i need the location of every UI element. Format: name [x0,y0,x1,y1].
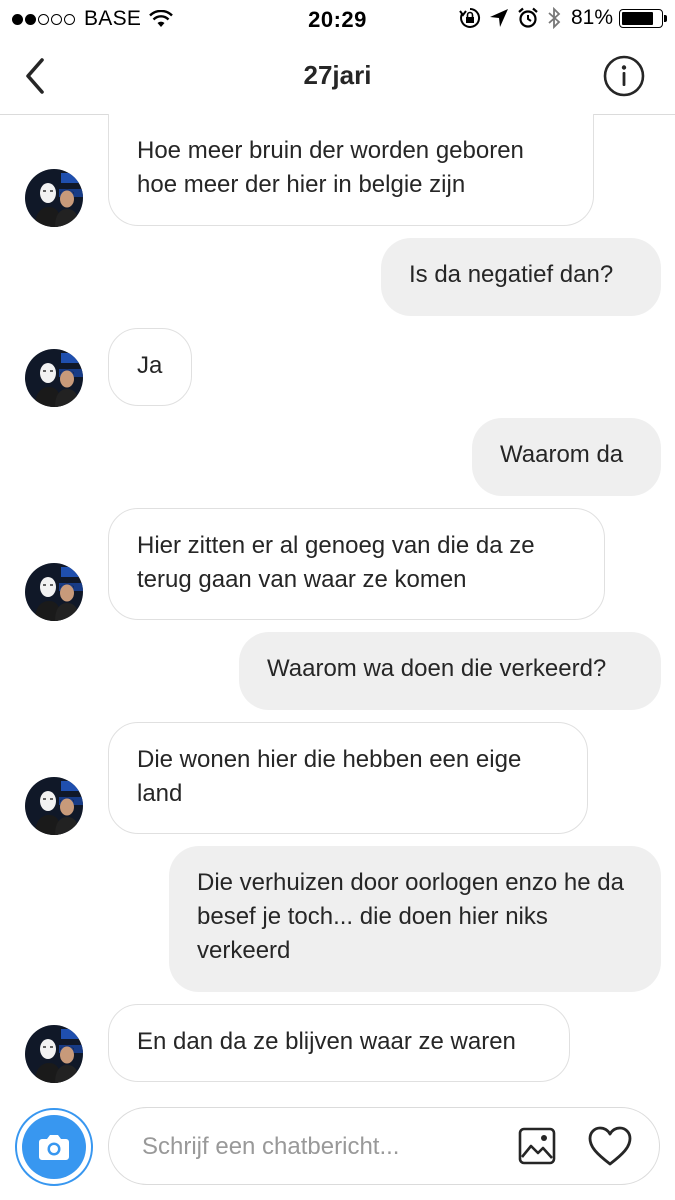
conversation-header: 27jari [0,38,675,115]
battery-icon [619,8,667,28]
message-input[interactable] [142,1108,502,1186]
message-bubble-outgoing[interactable]: Is da negatief dan? [381,238,661,316]
status-right: 81% [451,6,667,30]
message-bubble-incoming[interactable]: Ja [108,328,192,406]
avatar[interactable] [25,349,83,407]
gallery-icon[interactable] [517,1126,557,1166]
rotation-lock-icon [459,7,481,28]
avatar[interactable] [25,169,83,227]
avatar-image [25,777,83,835]
avatar-image [25,169,83,227]
avatar[interactable] [25,1025,83,1083]
message-bubble-incoming[interactable]: En dan da ze blijven waar ze waren [108,1004,570,1082]
location-arrow-icon [489,9,508,27]
info-icon[interactable] [603,55,645,97]
status-bar: BASE 20:29 81% [0,0,675,38]
avatar[interactable] [25,777,83,835]
battery-percentage: 81% [570,6,613,29]
message-bubble-outgoing[interactable]: Waarom da [472,418,661,496]
heart-icon[interactable] [587,1125,633,1167]
camera-button[interactable] [15,1108,93,1186]
avatar-image [25,1025,83,1083]
camera-icon [39,1135,69,1160]
camera-button-fill [22,1115,86,1179]
message-bubble-incoming[interactable]: Die wonen hier die hebben een eige land [108,722,588,834]
message-bubble-outgoing[interactable]: Die verhuizen door oorlogen enzo he da b… [169,846,661,992]
message-bubble-outgoing[interactable]: Waarom wa doen die verkeerd? [239,632,661,710]
bluetooth-icon [548,7,561,29]
avatar-image [25,349,83,407]
battery-level [622,11,653,25]
avatar[interactable] [25,563,83,621]
message-composer [108,1107,660,1186]
message-bubble-incoming[interactable]: Hoe meer bruin der worden geboren hoe me… [108,114,594,226]
alarm-icon [518,7,538,28]
message-bubble-incoming[interactable]: Hier zitten er al genoeg van die da ze t… [108,508,605,620]
conversation-title[interactable]: 27jari [0,60,675,91]
avatar-image [25,563,83,621]
